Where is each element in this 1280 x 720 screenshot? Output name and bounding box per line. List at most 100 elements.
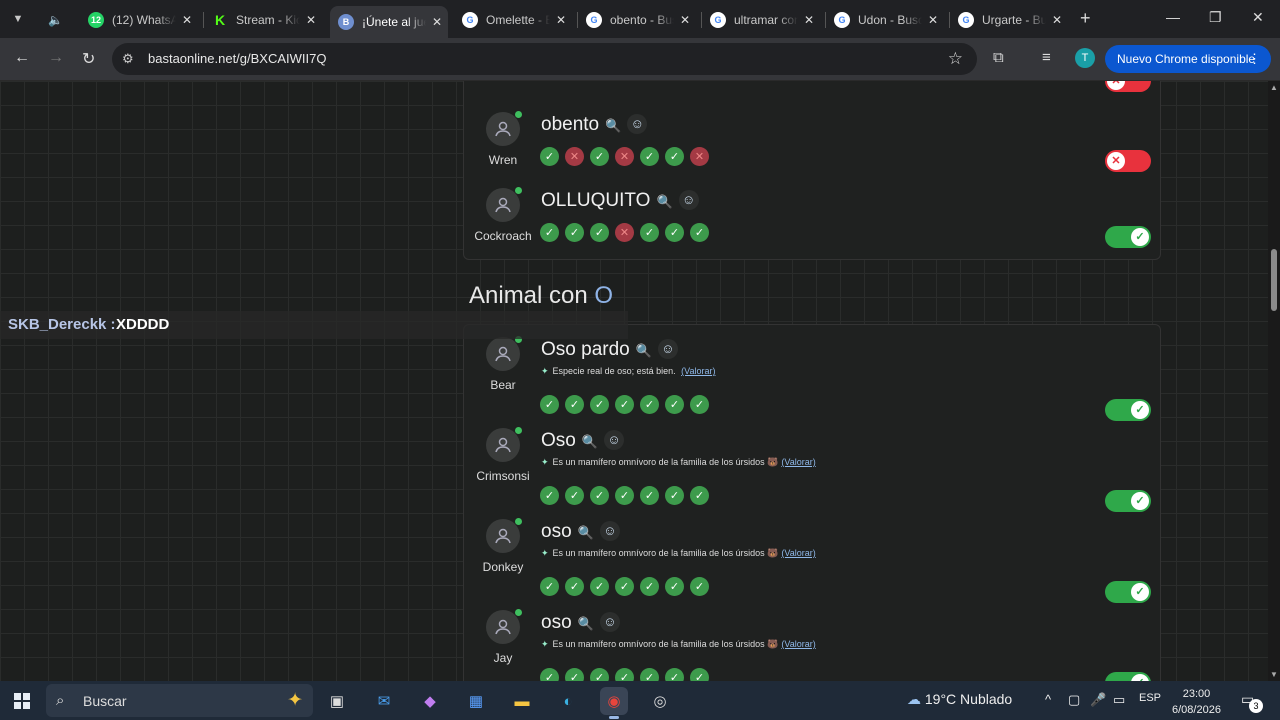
reaction-icon[interactable]: ☺ <box>599 612 620 632</box>
vote-check-icon: ✓ <box>665 668 684 681</box>
validity-toggle[interactable]: ✕ <box>1105 150 1151 172</box>
avatar <box>486 518 522 553</box>
search-icon[interactable]: 🔍 <box>605 118 621 133</box>
weather-widget[interactable]: ☁ 19°C Nublado <box>907 691 1012 708</box>
back-button[interactable]: ← <box>14 49 30 67</box>
language-indicator[interactable]: ESP <box>1139 692 1161 704</box>
player-name: Wren <box>488 153 518 167</box>
search-icon[interactable]: 🔍 <box>578 616 594 631</box>
address-bar[interactable]: ⚙ bastaonline.net/g/BXCAIWII7Q ☆ <box>112 43 977 75</box>
extensions-icon[interactable]: ⧉ <box>993 49 1004 66</box>
search-icon: ⌕ <box>56 692 65 709</box>
tab-search-button[interactable]: ▼ <box>6 7 30 31</box>
search-icon[interactable]: 🔍 <box>578 525 594 540</box>
search-icon[interactable]: 🔍 <box>656 194 672 209</box>
validity-toggle[interactable]: ✓ <box>1105 399 1151 421</box>
tray-app-icon[interactable]: ▢ <box>1068 692 1080 708</box>
vote-check-icon: ✓ <box>640 577 659 596</box>
rate-link[interactable]: (Valorar) <box>781 639 815 649</box>
validity-toggle[interactable]: ✓ <box>1105 490 1151 512</box>
forward-button[interactable]: → <box>48 49 64 67</box>
url-text[interactable]: bastaonline.net/g/BXCAIWII7Q <box>148 51 326 66</box>
validity-toggle[interactable]: ✕ <box>1105 81 1151 92</box>
clock[interactable]: 23:00 6/08/2026 <box>1172 686 1221 718</box>
store-icon[interactable]: ▦ <box>462 687 490 715</box>
vote-check-icon: ✓ <box>640 395 659 414</box>
tab-udon[interactable]: G Udon - Buscar✕ <box>834 6 944 34</box>
ai-note: ✦ Es un mamífero omnívoro de la familia d… <box>541 548 816 558</box>
vote-check-icon: ✓ <box>540 668 559 681</box>
reload-button[interactable]: ↻ <box>82 49 95 69</box>
taskbar-search[interactable]: ⌕ Buscar ✦ <box>46 684 313 717</box>
tab-omelette[interactable]: G Omelette - Buscar✕ <box>462 6 572 34</box>
minimize-button[interactable]: — <box>1166 9 1180 25</box>
reaction-icon[interactable]: ☺ <box>678 190 699 210</box>
close-window-button[interactable]: ✕ <box>1252 9 1264 26</box>
tab-ultramar[interactable]: G ultramar con ✕ <box>710 6 820 34</box>
profile-avatar[interactable]: T <box>1075 48 1095 68</box>
validity-toggle[interactable]: ✓ <box>1105 226 1151 248</box>
game-page: ✕ Wren obento 🔍 ☺ ✓ ✕ ✓ ✕ ✓ ✓ ✕ ✕ Cockroach OLLUQUITO… <box>0 81 1280 681</box>
close-icon[interactable]: ✕ <box>1052 13 1062 27</box>
restore-button[interactable]: ❐ <box>1209 9 1222 26</box>
start-button[interactable] <box>14 693 30 709</box>
tab-basta[interactable]: B ¡Únete al juego✕ <box>330 6 448 38</box>
tab-audio[interactable]: 🔈 <box>48 6 82 34</box>
scroll-down-icon[interactable]: ▼ <box>1270 670 1278 679</box>
reaction-icon[interactable]: ☺ <box>657 339 678 359</box>
close-icon[interactable]: ✕ <box>432 15 442 29</box>
microphone-icon[interactable]: 🎤 <box>1090 692 1106 708</box>
close-icon[interactable]: ✕ <box>680 13 690 27</box>
player-name: Jay <box>493 651 513 665</box>
reaction-icon[interactable]: ☺ <box>604 430 625 450</box>
rate-link[interactable]: (Valorar) <box>781 548 815 558</box>
tab-urgarte[interactable]: G Urgarte - Buscar✕ <box>958 6 1068 34</box>
outlook-icon[interactable]: ✉ <box>370 687 398 715</box>
category-title: Animal con O <box>469 282 614 309</box>
edge-icon[interactable]: ◐ <box>554 687 582 715</box>
chrome-icon[interactable]: ◉ <box>600 687 628 719</box>
ai-note: ✦ Es un mamífero omnívoro de la familia d… <box>541 457 816 467</box>
vote-check-icon: ✓ <box>540 577 559 596</box>
site-info-icon[interactable]: ⚙ <box>122 51 134 67</box>
chrome-update-button[interactable]: Nuevo Chrome disponible ⋮ <box>1105 45 1271 73</box>
vote-check-icon: ✓ <box>540 486 559 505</box>
validity-toggle[interactable]: ✓ <box>1105 581 1151 603</box>
copilot-icon[interactable]: ◆ <box>416 687 444 715</box>
tab-kick[interactable]: K Stream - Kick✕ <box>212 6 322 34</box>
close-icon[interactable]: ✕ <box>556 13 566 27</box>
file-explorer-icon[interactable]: ▬ <box>508 687 536 715</box>
bookmark-star-icon[interactable]: ☆ <box>948 49 963 69</box>
new-tab-button[interactable]: + <box>1080 8 1091 29</box>
tab-whatsapp[interactable]: 12 (12) WhatsApp✕ <box>88 6 198 34</box>
close-icon[interactable]: ✕ <box>804 13 814 27</box>
answer-word: OLLUQUITO 🔍 ☺ <box>541 190 699 212</box>
close-icon[interactable]: ✕ <box>306 13 316 27</box>
vote-list: ✓ ✓ ✓ ✓ ✓ ✓ ✓ <box>540 395 709 414</box>
obs-icon[interactable]: ◎ <box>646 687 674 715</box>
rate-link[interactable]: (Valorar) <box>681 366 715 376</box>
vote-check-icon: ✓ <box>665 577 684 596</box>
media-control-icon[interactable]: ≡ <box>1042 49 1051 66</box>
reaction-icon[interactable]: ☺ <box>627 114 648 134</box>
page-scrollbar[interactable]: ▲ ▼ <box>1268 81 1280 681</box>
tab-obento[interactable]: G obento - Buscar✕ <box>586 6 696 34</box>
search-icon[interactable]: 🔍 <box>636 343 652 358</box>
tab-strip: ▼ 🔈 12 (12) WhatsApp✕ K Stream - Kick✕ B… <box>0 0 1280 38</box>
close-icon[interactable]: ✕ <box>928 13 938 27</box>
tray-chevron-icon[interactable]: ^ <box>1045 692 1051 707</box>
reaction-icon[interactable]: ☺ <box>599 521 620 541</box>
more-menu-icon[interactable]: ⋮ <box>1248 51 1261 67</box>
scrollbar-thumb[interactable] <box>1271 249 1277 311</box>
copilot-sparkle-icon: ✦ <box>287 690 303 711</box>
rate-link[interactable]: (Valorar) <box>781 457 815 467</box>
vote-check-icon: ✓ <box>690 668 709 681</box>
network-icon[interactable]: ▭ <box>1113 692 1125 708</box>
notification-center[interactable]: ▭ 3 <box>1241 691 1263 713</box>
task-view-icon[interactable]: ▣ <box>323 687 351 715</box>
category-letter: O <box>594 282 614 309</box>
search-icon[interactable]: 🔍 <box>582 434 598 449</box>
scroll-up-icon[interactable]: ▲ <box>1270 83 1278 92</box>
validity-toggle[interactable]: ✓ <box>1105 672 1151 681</box>
close-icon[interactable]: ✕ <box>182 13 192 27</box>
